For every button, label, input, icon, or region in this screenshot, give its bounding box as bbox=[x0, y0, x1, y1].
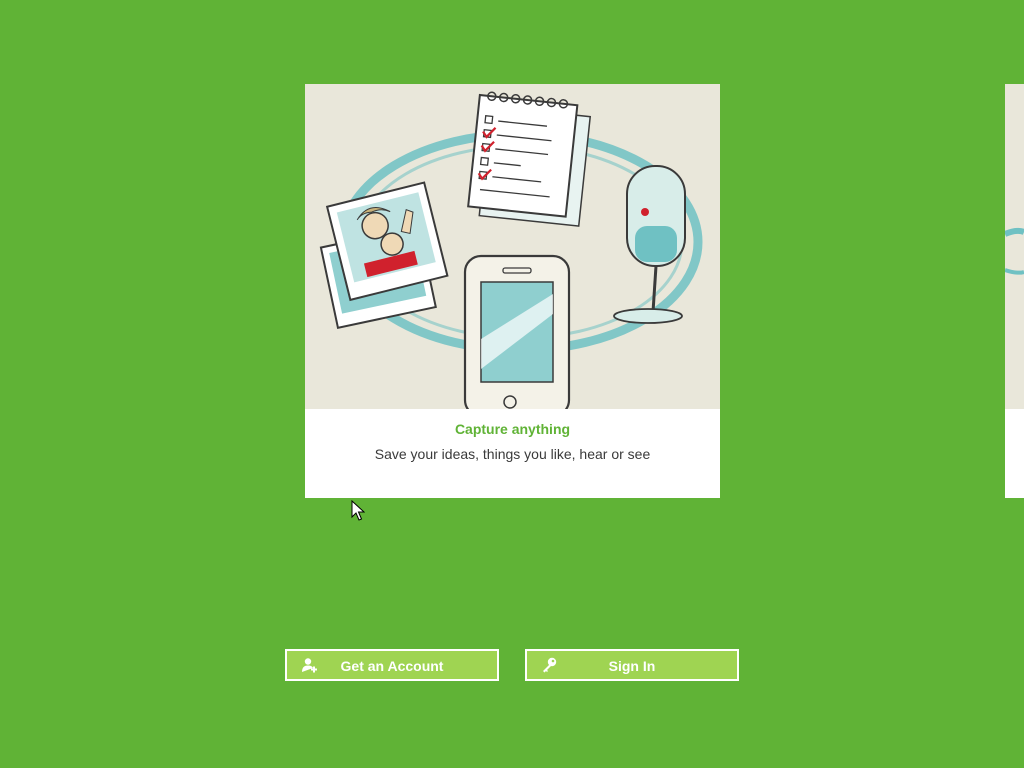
capture-illustration bbox=[305, 84, 720, 409]
next-card-peek[interactable] bbox=[1005, 84, 1024, 498]
illustration-art bbox=[319, 91, 703, 409]
onboarding-card: Capture anything Save your ideas, things… bbox=[305, 84, 720, 498]
card-title: Capture anything bbox=[454, 421, 571, 437]
next-card-illustration bbox=[1005, 84, 1024, 409]
sign-in-label: Sign In bbox=[608, 658, 656, 674]
checklist-drawing bbox=[467, 91, 592, 227]
phone-drawing bbox=[463, 254, 571, 409]
get-account-button[interactable]: Get an Account bbox=[285, 649, 499, 681]
sign-in-button[interactable]: Sign In bbox=[525, 649, 739, 681]
card-subtitle: Save your ideas, things you like, hear o… bbox=[374, 446, 651, 462]
get-account-label: Get an Account bbox=[340, 658, 444, 674]
mouse-cursor-icon bbox=[351, 500, 365, 521]
